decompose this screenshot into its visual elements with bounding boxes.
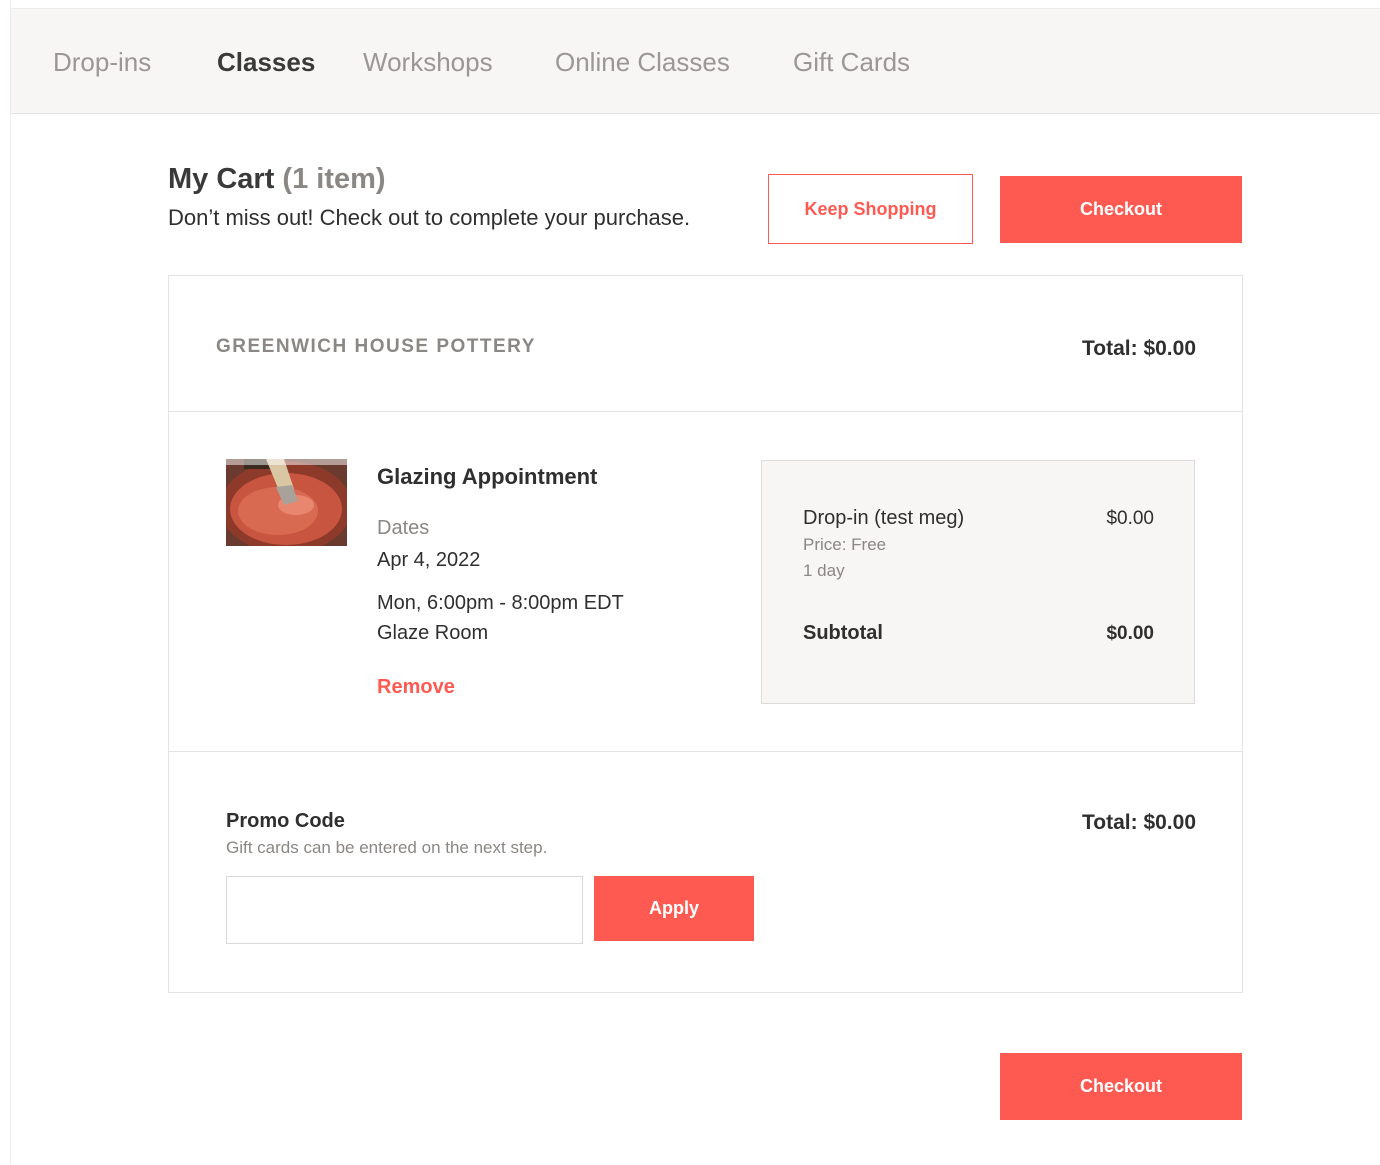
page: Drop-ins Classes Workshops Online Classe… xyxy=(10,0,1380,1165)
line-item-summary: Drop-in (test meg) $0.00 Price: Free 1 d… xyxy=(761,460,1195,704)
divider xyxy=(169,411,1242,412)
subtotal-label: Subtotal xyxy=(803,622,883,644)
line-item-value: $0.00 xyxy=(1106,508,1154,529)
price-text: Price: Free xyxy=(803,535,887,554)
divider xyxy=(169,751,1242,752)
checkout-button-bottom[interactable]: Checkout xyxy=(1000,1053,1242,1120)
order-total: Total: $0.00 xyxy=(1082,811,1196,834)
tab-online-classes[interactable]: Online Classes xyxy=(555,47,730,78)
tab-workshops[interactable]: Workshops xyxy=(363,47,493,78)
item-thumbnail xyxy=(226,459,347,546)
tab-drop-ins[interactable]: Drop-ins xyxy=(53,47,151,78)
promo-code-input[interactable] xyxy=(226,876,583,944)
checkout-button-top[interactable]: Checkout xyxy=(1000,176,1242,243)
apply-button[interactable]: Apply xyxy=(594,876,754,941)
keep-shopping-button[interactable]: Keep Shopping xyxy=(768,174,973,244)
cart-title-text: My Cart xyxy=(168,163,275,195)
line-item-label: Drop-in (test meg) xyxy=(803,507,965,529)
tab-gift-cards[interactable]: Gift Cards xyxy=(793,47,910,78)
promo-code-hint: Gift cards can be entered on the next st… xyxy=(226,838,548,857)
subtotal-value: $0.00 xyxy=(1106,623,1154,644)
promo-code-label: Promo Code xyxy=(226,810,345,832)
dates-label: Dates xyxy=(377,517,430,539)
cart-subtitle: Don’t miss out! Check out to complete yo… xyxy=(168,205,691,230)
studio-total: Total: $0.00 xyxy=(1082,337,1196,360)
item-date: Apr 4, 2022 xyxy=(377,549,481,571)
top-nav: Drop-ins Classes Workshops Online Classe… xyxy=(11,8,1380,114)
remove-link[interactable]: Remove xyxy=(377,676,455,699)
item-room: Glaze Room xyxy=(377,622,489,644)
tab-classes[interactable]: Classes xyxy=(217,47,315,78)
item-time: Mon, 6:00pm - 8:00pm EDT xyxy=(377,592,624,614)
item-title: Glazing Appointment xyxy=(377,464,598,489)
duration-text: 1 day xyxy=(803,561,845,580)
studio-name: GREENWICH HOUSE POTTERY xyxy=(216,336,536,357)
cart-panel: GREENWICH HOUSE POTTERY Total: $0.00 Gla… xyxy=(168,275,1243,993)
page-title: My Cart (1 item) xyxy=(168,163,386,196)
cart-item-count: (1 item) xyxy=(282,163,386,195)
